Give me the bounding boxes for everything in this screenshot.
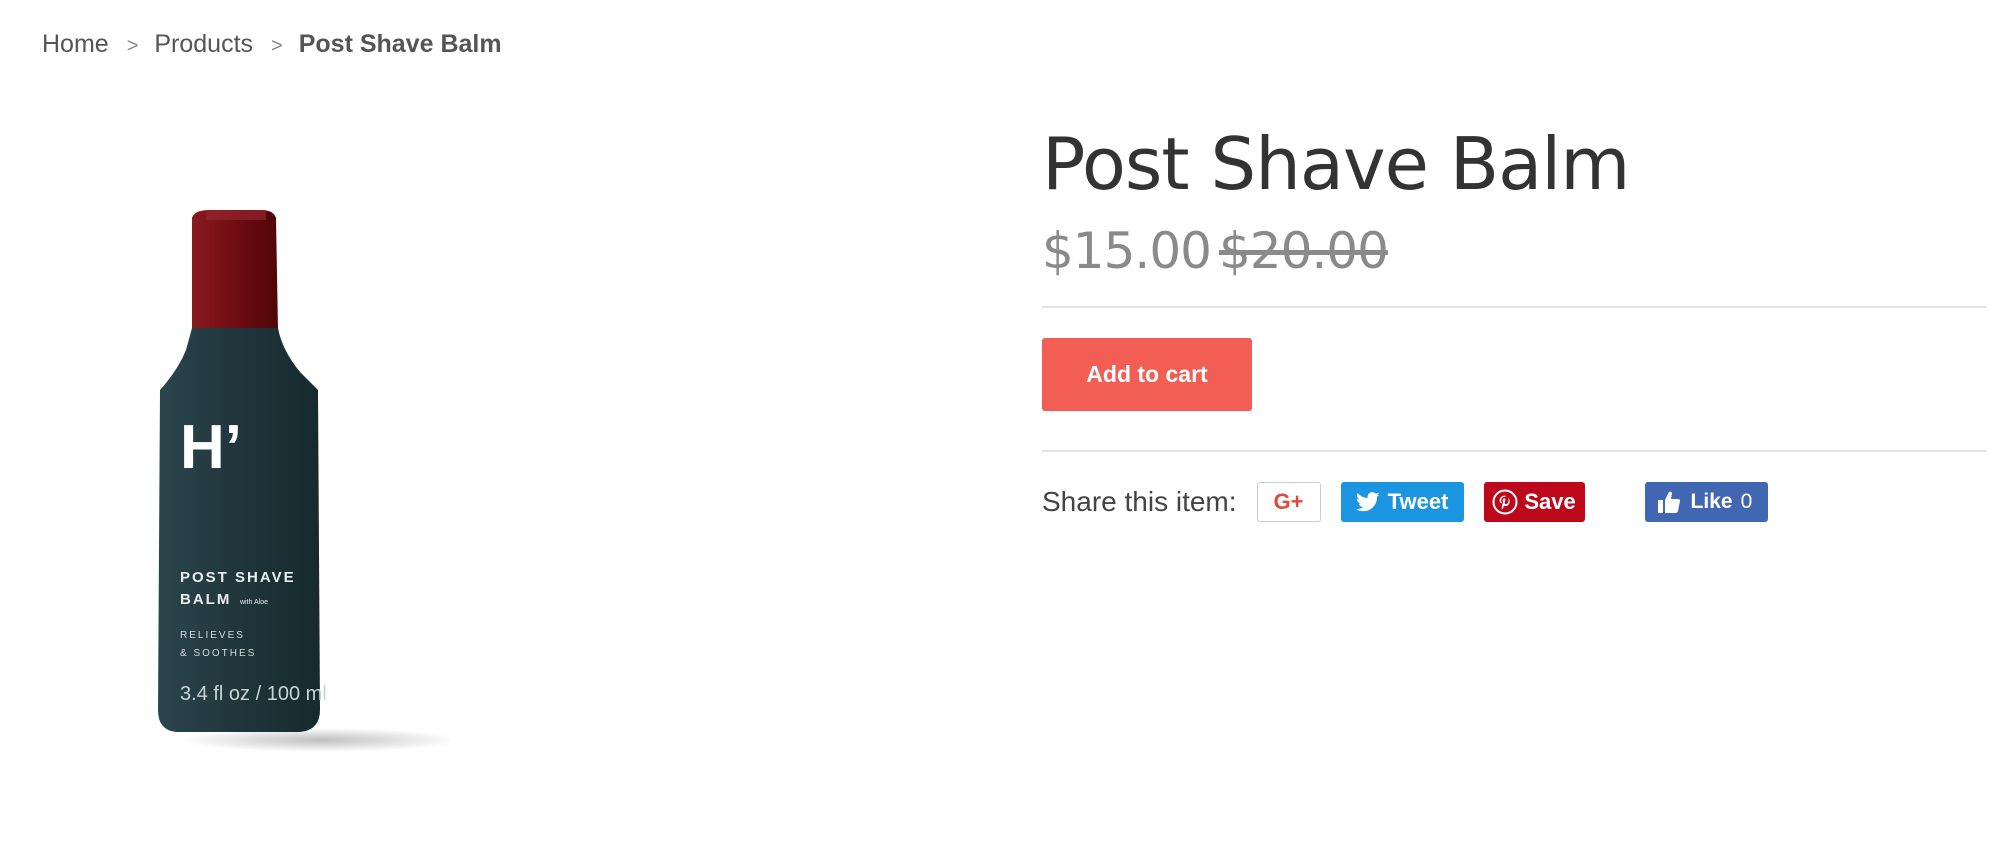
breadcrumb-home-link[interactable]: Home (42, 30, 109, 59)
svg-text:POST SHAVE: POST SHAVE (180, 569, 296, 586)
like-label: Like (1690, 490, 1733, 513)
pinterest-label: Save (1524, 489, 1576, 514)
svg-text:H’: H’ (180, 413, 242, 482)
breadcrumb-products-link[interactable]: Products (154, 30, 253, 59)
compare-at-price: $20.00 (1218, 222, 1389, 280)
divider (1042, 450, 1987, 452)
sale-price: $15.00 (1042, 222, 1212, 280)
breadcrumb-separator: > (126, 35, 139, 57)
twitter-bird-icon (1355, 492, 1380, 512)
google-plus-icon: G+ (1273, 489, 1304, 514)
pinterest-icon (1492, 489, 1518, 515)
product-bottle-image: H’ POST SHAVE BALM with Aloe RELIEVES & … (158, 210, 460, 752)
tweet-label: Tweet (1387, 489, 1449, 514)
product-image[interactable]: H’ POST SHAVE BALM with Aloe RELIEVES & … (150, 200, 460, 760)
thumbs-up-icon (1657, 491, 1680, 513)
breadcrumb-separator: > (271, 35, 283, 57)
like-count: 0 (1740, 490, 1753, 513)
tweet-button[interactable]: Tweet (1340, 482, 1464, 522)
share-label: Share this item: (1042, 486, 1237, 517)
svg-text:with Aloe: with Aloe (239, 599, 268, 606)
pinterest-save-button[interactable]: Save (1483, 482, 1585, 522)
google-plus-share-button[interactable]: G+ (1256, 482, 1321, 522)
svg-text:& SOOTHES: & SOOTHES (180, 648, 256, 659)
divider (1042, 306, 1987, 308)
svg-text:3.4 fl oz / 100 ml: 3.4 fl oz / 100 ml (180, 683, 327, 705)
product-title: Post Shave Balm (1042, 122, 1630, 206)
svg-text:RELIEVES: RELIEVES (180, 630, 245, 641)
breadcrumb-current: Post Shave Balm (298, 30, 502, 58)
breadcrumb: Home > Products > Post Shave Balm (42, 30, 502, 59)
add-to-cart-button[interactable]: Add to cart (1042, 338, 1252, 411)
price-block: $15.00 $20.00 (1042, 222, 1389, 280)
svg-text:BALM: BALM (180, 591, 231, 608)
share-bar: Share this item: G+ Tweet Save Like 0 (1042, 482, 1768, 522)
facebook-like-button[interactable]: Like 0 (1644, 482, 1768, 522)
